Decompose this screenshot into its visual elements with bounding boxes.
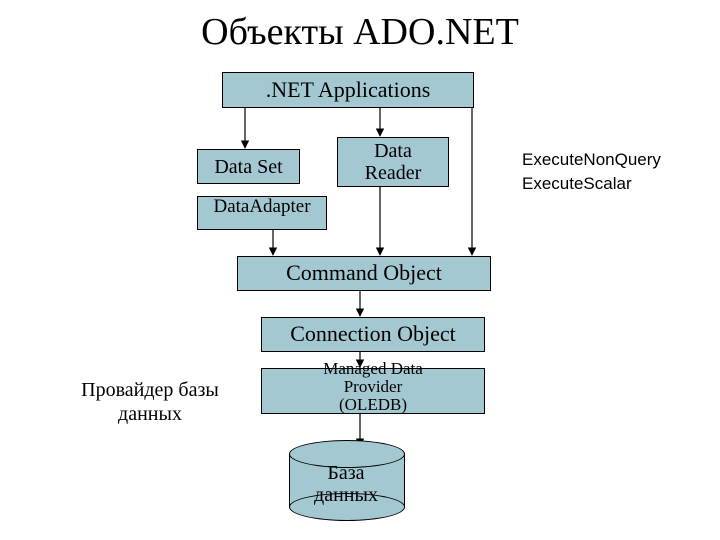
box-data-adapter-label: DataAdapter xyxy=(213,197,310,218)
database-label: База данных xyxy=(289,462,403,506)
diagram-title: Объекты ADO.NET xyxy=(0,10,720,54)
box-command-object: Command Object xyxy=(237,256,491,291)
box-net-applications: .NET Applications xyxy=(222,72,474,108)
annot-execute-scalar: ExecuteScalar xyxy=(522,174,632,194)
box-data-set: Data Set xyxy=(197,149,300,184)
annot-provider-note: Провайдер базы данных xyxy=(60,378,240,426)
box-data-reader: Data Reader xyxy=(337,137,449,187)
box-connection-object: Connection Object xyxy=(261,317,485,352)
annot-execute-nonquery: ExecuteNonQuery xyxy=(522,150,661,170)
box-managed-provider-label: Managed Data Provider (OLEDB) xyxy=(323,360,423,414)
box-data-adapter: DataAdapter xyxy=(197,196,327,230)
box-managed-provider: Managed Data Provider (OLEDB) xyxy=(261,368,485,414)
